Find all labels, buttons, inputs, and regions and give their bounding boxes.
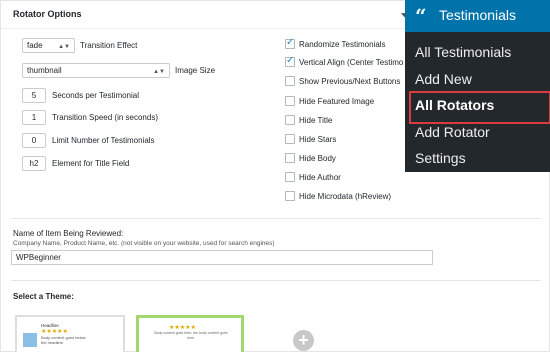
image-size-select[interactable]: thumbnail ▲▼ [22,63,170,78]
hide-title-label: Hide Title [299,116,333,125]
transition-effect-label: Transition Effect [80,41,138,50]
highlight-box [409,91,550,124]
seconds-label: Seconds per Testimonial [52,91,140,100]
hide-author-checkbox[interactable] [285,172,295,182]
title-element-label: Element for Title Field [52,159,130,168]
hide-body-label: Hide Body [299,154,336,163]
speed-input[interactable]: 1 [22,110,46,125]
vertical-align-checkbox[interactable] [285,55,295,67]
seconds-input[interactable]: 5 [22,88,46,103]
hide-author-label: Hide Author [299,173,341,182]
title-element-input[interactable]: h2 [22,156,46,171]
menu-title: Testimonials [439,7,517,23]
randomize-label: Randomize Testimonials [299,40,386,49]
select-caret-icon: ▲▼ [153,69,165,75]
theme-image-placeholder [23,333,37,347]
transition-effect-value: fade [27,41,43,50]
divider [11,280,541,281]
hide-featured-image-checkbox[interactable] [285,96,295,106]
testimonials-admin-menu: “ Testimonials All Testimonials Add New … [405,0,550,172]
add-theme-plus-icon[interactable]: + [293,330,314,351]
review-item-label: Name of Item Being Reviewed: [13,229,124,238]
image-size-value: thumbnail [27,66,62,75]
select-caret-icon: ▲▼ [58,44,70,50]
limit-input[interactable]: 0 [22,133,46,148]
menu-item-settings[interactable]: Settings [415,150,466,166]
hide-body-checkbox[interactable] [285,153,295,163]
hide-microdata-label: Hide Microdata (hReview) [299,192,392,201]
theme-label: Select a Theme: [13,292,74,301]
menu-item-add-rotator[interactable]: Add Rotator [415,124,490,140]
hide-stars-label: Hide Stars [299,135,337,144]
image-size-label: Image Size [175,66,216,75]
theme-option-2-selected[interactable]: ★★★★★ Body content goes here, the body c… [136,315,244,352]
speed-label: Transition Speed (in seconds) [52,113,158,122]
limit-label: Limit Number of Testimonials [52,136,155,145]
vertical-align-label: Vertical Align (Center Testimo [299,58,404,67]
theme-option-1[interactable]: Headline ★★★★★ Body content goes below t… [15,315,125,352]
menu-item-all-testimonials[interactable]: All Testimonials [415,44,511,60]
star-rating-icon: ★★★★★ [169,325,196,331]
menu-item-add-new[interactable]: Add New [415,71,472,87]
transition-effect-select[interactable]: fade ▲▼ [22,38,75,53]
quote-icon: “ [415,4,427,28]
theme-body-text: Body content goes below the headline. [41,335,86,345]
show-prev-next-label: Show Previous/Next Buttons [299,77,401,86]
theme-body-text: Body content goes here, the body content… [154,331,228,340]
hide-stars-checkbox[interactable] [285,134,295,144]
menu-header[interactable]: “ Testimonials [405,0,550,32]
divider [11,218,541,219]
show-prev-next-checkbox[interactable] [285,76,295,86]
hide-featured-image-label: Hide Featured Image [299,97,375,106]
review-item-input[interactable]: WPBeginner [11,250,433,265]
panel-title: Rotator Options [13,9,82,19]
hide-title-checkbox[interactable] [285,115,295,125]
randomize-checkbox[interactable] [285,37,295,49]
review-item-help: Company Name, Product Name, etc. (not vi… [13,240,275,247]
star-rating-icon: ★★★★★ [41,329,68,335]
hide-microdata-checkbox[interactable] [285,191,295,201]
